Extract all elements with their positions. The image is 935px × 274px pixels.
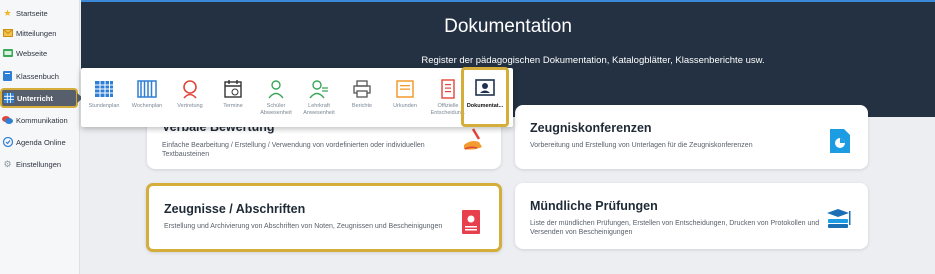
- sidebar-item-label: Unterricht: [17, 93, 53, 103]
- sidebar-item-label: Klassenbuch: [16, 71, 59, 81]
- sidebar-item-label: Agenda Online: [16, 137, 66, 147]
- card-title: Zeugniskonferenzen: [530, 121, 652, 135]
- sidebar-item-webseite[interactable]: Webseite: [0, 43, 80, 63]
- substitution-icon: [183, 80, 197, 99]
- book-icon: [2, 71, 13, 82]
- sidebar-item-kommunikation[interactable]: Kommunikation: [0, 110, 80, 130]
- toolbar-item-berichte[interactable]: Berichte: [341, 68, 383, 127]
- toolbar-item-label: Schüler Abwesenheit: [260, 103, 292, 116]
- official-decision-icon: [441, 79, 455, 99]
- toolbar-item-label: Stundenplan: [88, 103, 120, 109]
- toolbar-item-wochenplan[interactable]: Wochenplan: [126, 68, 168, 127]
- module-toolbar: Stundenplan Wochenplan Vertretung Termin…: [81, 67, 513, 127]
- page-title: Dokumentation: [444, 16, 572, 37]
- envelope-icon: [2, 28, 13, 39]
- toolbar-item-schueler-abwesenheit[interactable]: Schüler Abwesenheit: [255, 68, 297, 127]
- week-plan-icon: [137, 80, 157, 98]
- toolbar-item-vertretung[interactable]: Vertretung: [169, 68, 211, 127]
- sidebar-item-label: Mitteilungen: [16, 28, 57, 38]
- toolbar-item-urkunden[interactable]: Urkunden: [384, 68, 426, 127]
- card-title: Mündliche Prüfungen: [530, 199, 658, 213]
- globe-icon: [2, 48, 13, 59]
- star-icon: ★: [3, 7, 12, 18]
- chart-document-icon: [830, 129, 850, 153]
- sidebar-item-label: Webseite: [16, 48, 48, 58]
- toolbar-item-label: Wochenplan: [131, 103, 163, 109]
- sidebar: ★ Startseite Mitteilungen Webseite Klass…: [0, 0, 83, 274]
- toolbar-item-label: Termine: [223, 103, 243, 109]
- books-icon: [827, 209, 851, 228]
- sidebar-item-klassenbuch[interactable]: Klassenbuch: [0, 66, 80, 86]
- card-description: Liste der mündlichen Prüfungen, Erstelle…: [530, 220, 820, 236]
- documentation-icon: [475, 79, 495, 96]
- timetable-icon: [95, 81, 113, 97]
- calendar-icon: [224, 80, 242, 98]
- hand-writing-icon: [464, 128, 482, 150]
- agenda-icon: [2, 137, 13, 148]
- toolbar-item-label: Lehrkraft Anwesenheit: [303, 103, 335, 116]
- teacher-attendance-icon: [309, 80, 328, 99]
- sidebar-item-agenda-online[interactable]: Agenda Online: [0, 132, 80, 152]
- chat-icon: [2, 115, 13, 126]
- card-muendliche-pruefungen[interactable]: Mündliche Prüfungen Liste der mündlichen…: [515, 183, 868, 249]
- card-zeugnisse-abschriften[interactable]: Zeugnisse / Abschriften Erstellung und A…: [146, 183, 502, 252]
- sidebar-item-einstellungen[interactable]: ⚙ Einstellungen: [0, 154, 80, 174]
- student-absence-icon: [268, 80, 284, 99]
- toolbar-item-dokumentation[interactable]: Dokumentat...: [461, 67, 509, 127]
- page-subtitle: Register der pädagogischen Dokumentation…: [421, 55, 765, 66]
- toolbar-item-label: Dokumentat...: [466, 103, 504, 109]
- toolbar-item-lehrkraft-anwesenheit[interactable]: Lehrkraft Anwesenheit: [298, 68, 340, 127]
- card-zeugniskonferenzen[interactable]: Zeugniskonferenzen Vorbereitung und Erst…: [515, 105, 868, 169]
- grid-icon: [3, 93, 14, 104]
- card-title: Zeugnisse / Abschriften: [164, 202, 306, 216]
- gear-icon: ⚙: [3, 158, 12, 169]
- sidebar-item-startseite[interactable]: ★ Startseite: [0, 3, 80, 23]
- sidebar-item-label: Startseite: [16, 8, 48, 18]
- printer-icon: [353, 80, 371, 98]
- toolbar-item-termine[interactable]: Termine: [212, 68, 254, 127]
- sidebar-item-mitteilungen[interactable]: Mitteilungen: [0, 23, 80, 43]
- toolbar-item-stundenplan[interactable]: Stundenplan: [83, 68, 125, 127]
- card-description: Vorbereitung und Erstellung von Unterlag…: [530, 142, 753, 149]
- sidebar-item-label: Einstellungen: [16, 159, 62, 169]
- certificate-icon: [396, 80, 414, 98]
- certificate-document-icon: [462, 210, 480, 234]
- sidebar-item-unterricht[interactable]: Unterricht: [0, 88, 83, 108]
- sidebar-item-label: Kommunikation: [16, 115, 68, 125]
- toolbar-item-label: Urkunden: [393, 103, 417, 109]
- card-description: Einfache Bearbeitung / Erstellung / Verw…: [162, 142, 425, 158]
- toolbar-item-label: Berichte: [351, 103, 373, 109]
- card-description: Erstellung und Archivierung von Abschrif…: [164, 223, 443, 230]
- toolbar-item-label: Vertretung: [177, 103, 203, 109]
